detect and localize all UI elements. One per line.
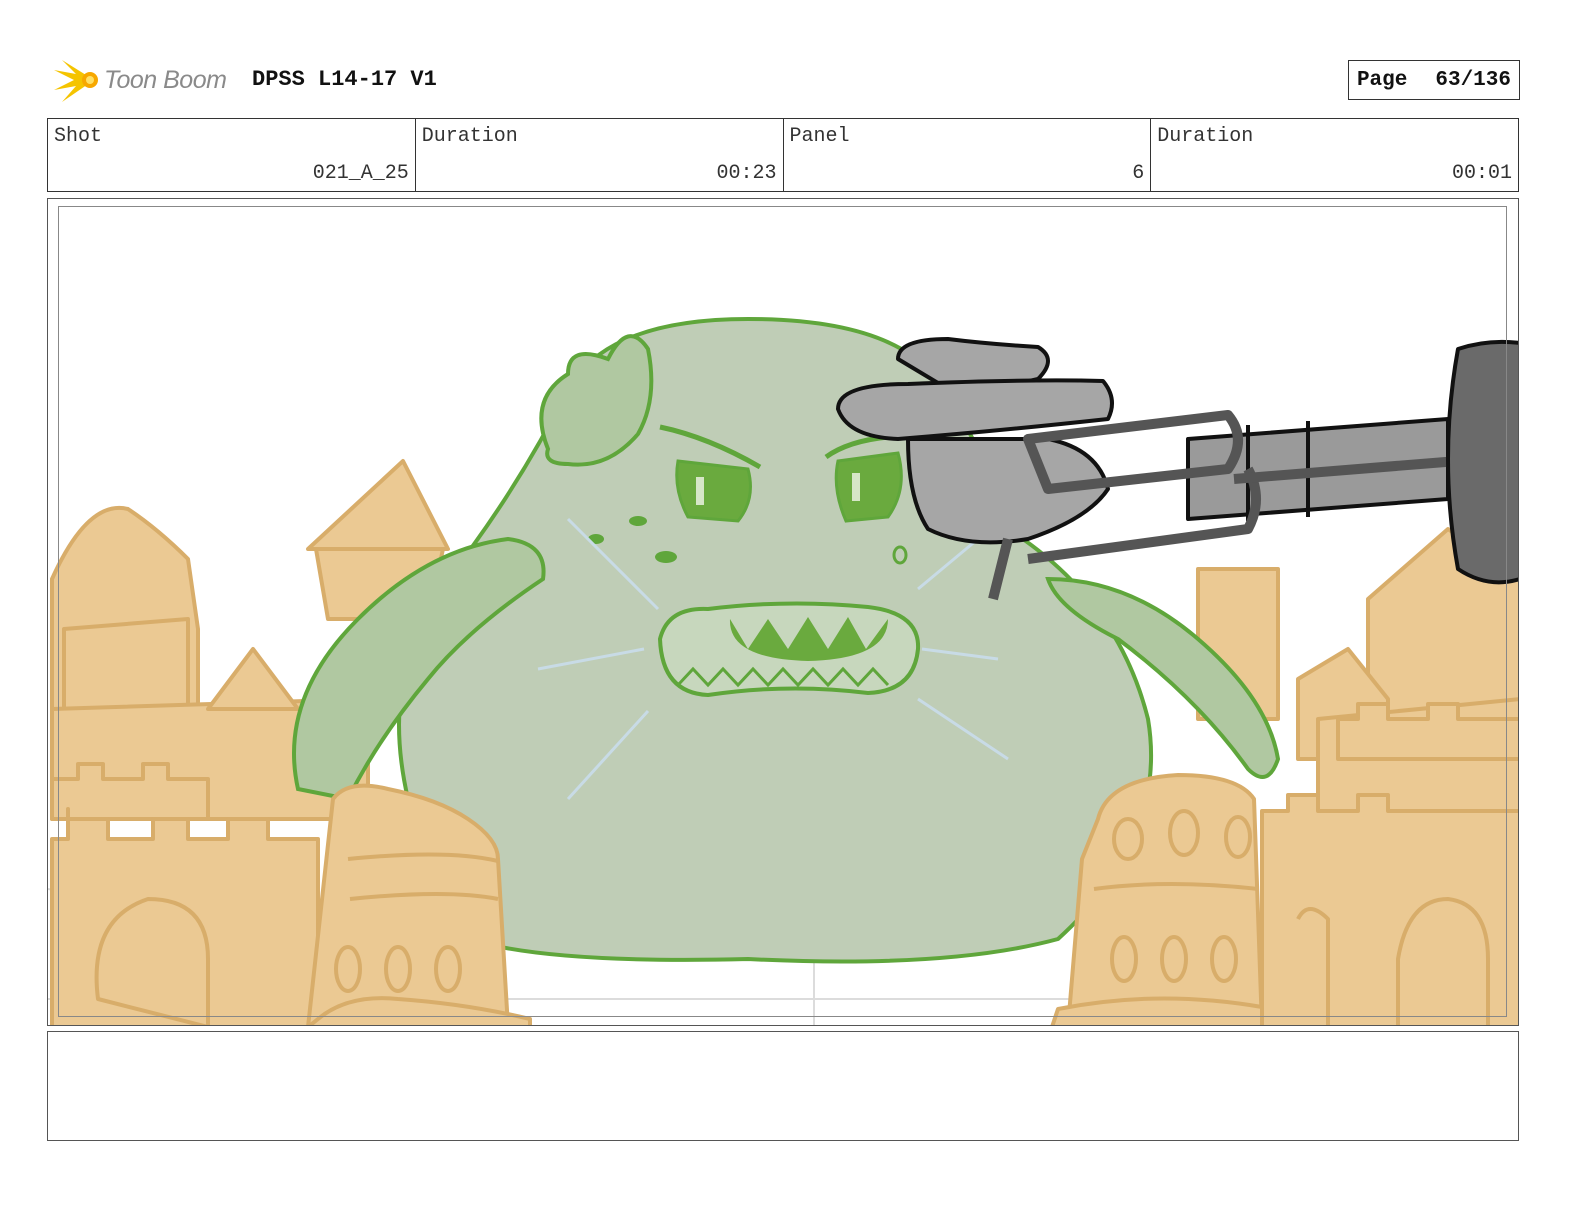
- storyboard-panel: [47, 198, 1519, 1026]
- page-number: 63/136: [1435, 68, 1511, 92]
- panel-duration-cell: Duration 00:01: [1151, 119, 1518, 191]
- storyboard-header: Toon Boom DPSS L14-17 V1 Page 63/136: [48, 52, 1520, 110]
- page-label: Page: [1356, 68, 1408, 92]
- panel-notes-box[interactable]: [47, 1031, 1519, 1141]
- panel-safe-frame: [58, 206, 1507, 1017]
- shot-duration-value: 00:23: [716, 162, 777, 185]
- shot-value: 021_A_25: [312, 162, 409, 185]
- shot-label: Shot: [54, 125, 103, 148]
- brand-name: Toon Boom: [104, 66, 227, 94]
- panel-cell: Panel 6: [784, 119, 1152, 191]
- page-indicator: Page 63/136: [1347, 60, 1520, 100]
- shot-duration-label: Duration: [421, 125, 518, 148]
- panel-duration-value: 00:01: [1451, 162, 1512, 185]
- brand-logo: Toon Boom: [52, 56, 238, 106]
- shot-duration-cell: Duration 00:23: [416, 119, 784, 191]
- panel-duration-label: Duration: [1157, 125, 1254, 148]
- shot-info-table: Shot 021_A_25 Duration 00:23 Panel 6 Dur…: [47, 118, 1519, 192]
- panel-label: Panel: [789, 125, 850, 148]
- starburst-logo-icon: [54, 60, 98, 102]
- document-title: DPSS L14-17 V1: [252, 67, 437, 92]
- panel-value: 6: [1132, 162, 1145, 185]
- shot-cell: Shot 021_A_25: [48, 119, 416, 191]
